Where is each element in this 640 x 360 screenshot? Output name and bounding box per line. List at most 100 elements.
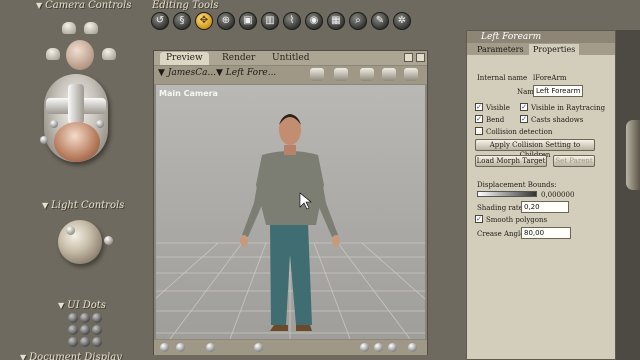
camera-plane-icon[interactable] <box>40 136 48 144</box>
visible-label: Visible <box>486 104 510 112</box>
tab-properties[interactable]: Properties <box>529 44 580 55</box>
display-style-icon[interactable] <box>176 343 185 352</box>
resize-handle-icon[interactable] <box>408 343 417 352</box>
figure-menu[interactable]: ▼ JamesCa... <box>158 68 216 78</box>
morph-brush-icon[interactable]: ✎ <box>371 12 389 30</box>
ui-dot[interactable] <box>80 337 90 347</box>
visible-raytracing-checkbox[interactable]: ✓ <box>520 103 528 111</box>
camera-zoom-icon[interactable] <box>404 68 418 81</box>
casts-shadows-label: Casts shadows <box>531 116 584 124</box>
document-tab-bar: Preview Render Untitled <box>154 51 427 65</box>
ui-dot[interactable] <box>68 325 78 335</box>
tab-parameters[interactable]: Parameters <box>473 44 528 55</box>
main-camera-head-icon[interactable] <box>66 40 94 70</box>
name-field[interactable]: Left Forearm <box>533 85 583 97</box>
twist-icon[interactable]: § <box>173 12 191 30</box>
grouping-icon[interactable]: ▦ <box>327 12 345 30</box>
face-camera-icon[interactable] <box>46 48 60 60</box>
camera-scale-icon[interactable] <box>50 120 58 128</box>
translate-icon[interactable]: ✥ <box>195 12 213 30</box>
camera-orbit-icon[interactable] <box>360 68 374 81</box>
editing-toolbar: ↺ § ✥ ⊕ ▣ ▥ ⌇ ◉ ▦ ⌕ ✎ ✲ <box>151 12 411 30</box>
ui-dots-title[interactable]: ▼ UI Dots <box>58 300 106 311</box>
direct-manipulation-icon[interactable]: ✲ <box>393 12 411 30</box>
left-hand-camera-icon[interactable] <box>62 22 76 34</box>
casts-shadows-checkbox[interactable]: ✓ <box>520 115 528 123</box>
crease-angle-field[interactable]: 80,00 <box>521 227 571 239</box>
chain-break-icon[interactable]: ⌇ <box>283 12 301 30</box>
camera-move-z-icon[interactable] <box>68 84 84 124</box>
shading-rate-label: Shading rate: <box>477 204 526 212</box>
window-resize-icon[interactable] <box>404 53 413 62</box>
document-menu-bar: ▼ JamesCa... ▼ Left Fore... <box>154 66 427 84</box>
camera-copy-icon[interactable] <box>334 68 348 81</box>
posing-camera-icon[interactable] <box>102 48 116 60</box>
displacement-value: 0,000000 <box>541 191 575 199</box>
preview-dot-icon[interactable] <box>374 343 383 352</box>
document-window: Preview Render Untitled ▼ JamesCa... ▼ L… <box>153 50 428 355</box>
ui-dot[interactable] <box>92 325 102 335</box>
ui-dot[interactable] <box>68 337 78 347</box>
camera-roll-icon[interactable] <box>96 120 104 128</box>
left-control-column: ▼ Camera Controls ▼ Light Controls ▼ UI Dot… <box>0 0 150 360</box>
camera-controls-title[interactable]: ▼ Camera Controls <box>36 0 131 11</box>
light-indicator-icon[interactable] <box>66 226 75 235</box>
visible-raytracing-label: Visible in Raytracing <box>531 104 606 112</box>
bend-label: Bend <box>486 116 505 124</box>
light-trackball[interactable] <box>58 220 102 264</box>
load-morph-target-button[interactable]: Load Morph Target <box>475 155 547 167</box>
frame-selector-icon[interactable] <box>160 343 169 352</box>
tab-preview[interactable]: Preview <box>160 52 209 65</box>
collapse-triangle-icon[interactable]: ▼ <box>42 201 48 210</box>
displacement-slider[interactable] <box>477 191 537 197</box>
rotate-icon[interactable]: ↺ <box>151 12 169 30</box>
collapse-triangle-icon[interactable]: ▼ <box>58 301 64 310</box>
preview-dot-icon[interactable] <box>360 343 369 352</box>
shading-rate-field[interactable]: 0,20 <box>521 201 569 213</box>
bend-checkbox[interactable]: ✓ <box>475 115 483 123</box>
ui-dot[interactable] <box>80 313 90 323</box>
tracking-mode-icon[interactable] <box>206 343 215 352</box>
internal-name-value: lForeArm <box>533 74 567 82</box>
scene-render <box>156 114 425 339</box>
side-drawer-handle[interactable] <box>626 120 640 190</box>
collision-detection-label: Collision detection <box>486 128 553 136</box>
light-controls-title[interactable]: ▼ Light Controls <box>42 200 124 211</box>
smooth-polygons-label: Smooth polygons <box>486 216 548 224</box>
document-display-style-title[interactable]: ▼Document Display Style <box>20 352 150 360</box>
document-title: Untitled <box>272 53 310 63</box>
translate-in-out-icon[interactable]: ⊕ <box>217 12 235 30</box>
view-magnify-icon[interactable]: ⌕ <box>349 12 367 30</box>
right-hand-camera-icon[interactable] <box>84 22 98 34</box>
collapse-triangle-icon[interactable]: ▼ <box>20 353 26 360</box>
right-side-strip <box>616 30 640 360</box>
ui-dot[interactable] <box>80 325 90 335</box>
camera-pan-icon[interactable] <box>382 68 396 81</box>
ui-dot[interactable] <box>92 313 102 323</box>
ui-dot[interactable] <box>92 337 102 347</box>
tab-render[interactable]: Render <box>216 52 261 65</box>
palette-header[interactable]: Left Forearm <box>467 31 615 43</box>
set-parent-button[interactable]: Set Parent <box>553 155 595 167</box>
preview-dot-icon[interactable] <box>388 343 397 352</box>
smooth-polygons-checkbox[interactable]: ✓ <box>475 215 483 223</box>
light-sun-icon[interactable] <box>104 236 113 245</box>
crease-angle-label: Crease Angle <box>477 230 525 238</box>
depth-cue-icon[interactable] <box>254 343 263 352</box>
editing-tools-title: Editing Tools <box>152 0 219 11</box>
3d-viewport[interactable]: Main Camera <box>156 85 425 339</box>
body-part-menu[interactable]: ▼ Left Fore... <box>216 68 276 78</box>
camera-select-icon[interactable] <box>310 68 324 81</box>
window-close-icon[interactable] <box>416 53 425 62</box>
camera-rotate-trackball-icon[interactable] <box>54 122 100 162</box>
collapse-triangle-icon[interactable]: ▼ <box>36 1 42 10</box>
document-bottom-bar <box>154 340 427 355</box>
collision-detection-checkbox[interactable] <box>475 127 483 135</box>
ui-dot[interactable] <box>68 313 78 323</box>
visible-checkbox[interactable]: ✓ <box>475 103 483 111</box>
color-icon[interactable]: ◉ <box>305 12 323 30</box>
apply-collision-button[interactable]: Apply Collision Setting to Children <box>475 139 595 159</box>
palette-tab-bar: Parameters Properties <box>467 43 615 55</box>
scale-icon[interactable]: ▣ <box>239 12 257 30</box>
taper-icon[interactable]: ▥ <box>261 12 279 30</box>
